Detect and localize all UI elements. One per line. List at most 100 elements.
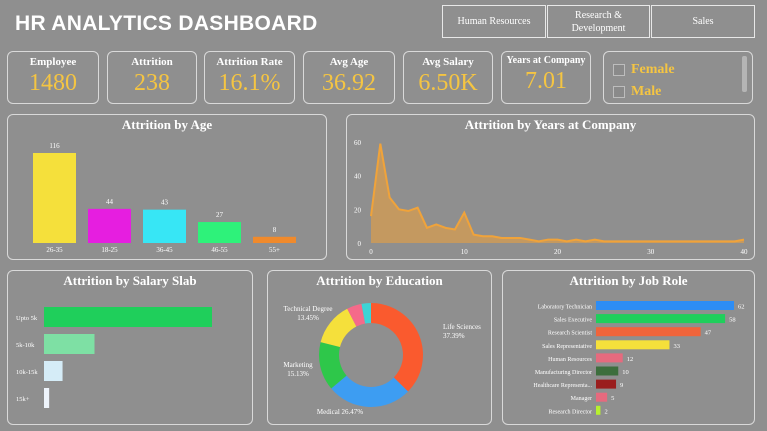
kpi-attrition: Attrition 238 <box>107 51 197 104</box>
kpi-value: 7.01 <box>525 68 567 94</box>
data-label: 62 <box>738 304 745 311</box>
bar <box>596 314 726 324</box>
bar <box>596 405 601 415</box>
bar <box>44 361 63 381</box>
slicer-label: Human Resources <box>457 16 531 27</box>
tick-label: Research Scientist <box>548 331 592 337</box>
bar <box>253 236 296 243</box>
kpi-label: Attrition Rate <box>216 56 283 68</box>
kpi-value: 16.1% <box>218 70 281 96</box>
bar <box>596 340 670 350</box>
pie-slice <box>331 375 409 407</box>
data-label: 2 <box>604 408 607 415</box>
tick-label: 30 <box>647 248 655 256</box>
bar <box>44 388 50 408</box>
tick-label: Manufacturing Director <box>535 369 592 376</box>
kpi-label: Years at Company <box>506 55 586 66</box>
tick-label: 55+ <box>269 246 280 254</box>
panel-attrition-by-age: Attrition by Age 116 26-35 44 18-25 43 36-45 2… <box>7 114 327 260</box>
chart-years: 0 20 40 60 0 10 20 30 40 <box>354 139 749 256</box>
data-label: 58 <box>729 317 736 324</box>
tick-label: Human Resources <box>548 357 592 363</box>
slicer-human-resources[interactable]: Human Resources <box>442 5 546 38</box>
data-label: 15.13% <box>287 370 309 378</box>
data-label: 44 <box>106 198 114 206</box>
data-label: 27 <box>216 211 224 219</box>
chart-education: Life Sciences37.39% Medical 26.47% Marketi… <box>283 303 481 416</box>
bar <box>44 334 95 354</box>
kpi-label: Avg Age <box>329 56 369 68</box>
tick-label: Sales Representative <box>542 344 592 350</box>
data-label: 116 <box>49 142 60 150</box>
bar <box>596 392 608 402</box>
kpi-value: 6.50K <box>418 70 478 96</box>
gender-option-female[interactable]: Female <box>613 62 675 78</box>
gender-filter-scrollbar[interactable] <box>742 56 747 92</box>
tick-label: 18-25 <box>101 246 118 254</box>
chart-job-role: Laboratory Technician 62 Sales Executive 58… <box>533 301 745 415</box>
tick-label: 40 <box>741 248 749 256</box>
slicer-label: Research & Development <box>571 9 626 34</box>
bar <box>596 353 623 363</box>
tick-label: Laboratory Technician <box>538 305 592 311</box>
page-title: HR ANALYTICS DASHBOARD <box>15 12 318 35</box>
kpi-avg-age: Avg Age 36.92 <box>303 51 395 104</box>
tick-label: 60 <box>354 139 362 147</box>
tick-label: Healthcare Representa... <box>533 383 592 389</box>
data-label: Medical 26.47% <box>317 408 363 416</box>
data-label: 9 <box>620 382 623 389</box>
slicer-research-development[interactable]: Research & Development <box>547 5 650 38</box>
gender-label: Female <box>631 62 675 77</box>
kpi-value: 238 <box>134 70 170 96</box>
tick-label: 40 <box>354 173 362 181</box>
tick-label: 10k-15k <box>16 369 38 376</box>
kpi-employee: Employee 1480 <box>7 51 99 104</box>
bar <box>596 327 701 337</box>
series-line <box>370 143 745 243</box>
kpi-avg-salary: Avg Salary 6.50K <box>403 51 493 104</box>
data-label: Life Sciences <box>443 323 481 331</box>
gender-label: Male <box>631 84 662 99</box>
tick-label: 46-55 <box>211 246 228 254</box>
checkbox[interactable] <box>613 86 625 98</box>
bar <box>198 222 241 243</box>
bar <box>88 208 131 243</box>
kpi-label: Employee <box>29 56 77 68</box>
kpi-label: Attrition <box>131 56 173 68</box>
data-label: 47 <box>705 330 712 337</box>
kpi-years-at-company: Years at Company 7.01 <box>501 51 591 104</box>
tick-label: Upto 5k <box>16 315 38 322</box>
data-label: 37.39% <box>443 332 465 340</box>
panel-attrition-by-salary: Attrition by Salary Slab Upto 5k 5k-10k 10… <box>7 270 253 425</box>
kpi-value: 1480 <box>29 70 77 96</box>
tick-label: 5k-10k <box>16 342 35 349</box>
slicer-label: Sales <box>692 16 714 27</box>
tick-label: 20 <box>554 248 562 256</box>
data-label: Technical Degree <box>283 305 332 313</box>
kpi-attrition-rate: Attrition Rate 16.1% <box>204 51 295 104</box>
data-label: 8 <box>273 226 277 234</box>
data-label: Marketing <box>283 361 313 369</box>
bar <box>596 366 619 376</box>
data-label: 5 <box>611 395 614 402</box>
tick-label: 26-35 <box>46 246 63 254</box>
data-label: 43 <box>161 199 169 207</box>
bar <box>143 209 186 243</box>
tick-label: 36-45 <box>156 246 173 254</box>
tick-label: Research Director <box>549 409 592 415</box>
tick-label: 0 <box>358 240 362 248</box>
gender-filter: Female Male <box>603 51 753 104</box>
bar <box>44 307 212 327</box>
panel-attrition-by-job-role: Attrition by Job Role Laboratory Technic… <box>502 270 755 425</box>
tick-label: Manager <box>571 396 592 402</box>
slicer-sales[interactable]: Sales <box>651 5 755 38</box>
tick-label: 15k+ <box>16 396 30 403</box>
panel-attrition-by-years: Attrition by Years at Company 0 20 40 60 0 10… <box>346 114 755 260</box>
data-label: 33 <box>673 343 680 350</box>
tick-label: 10 <box>461 248 469 256</box>
checkbox[interactable] <box>613 64 625 76</box>
tick-label: 0 <box>369 248 373 256</box>
kpi-label: Avg Salary <box>422 56 474 68</box>
bar <box>596 301 734 310</box>
gender-option-male[interactable]: Male <box>613 84 661 100</box>
